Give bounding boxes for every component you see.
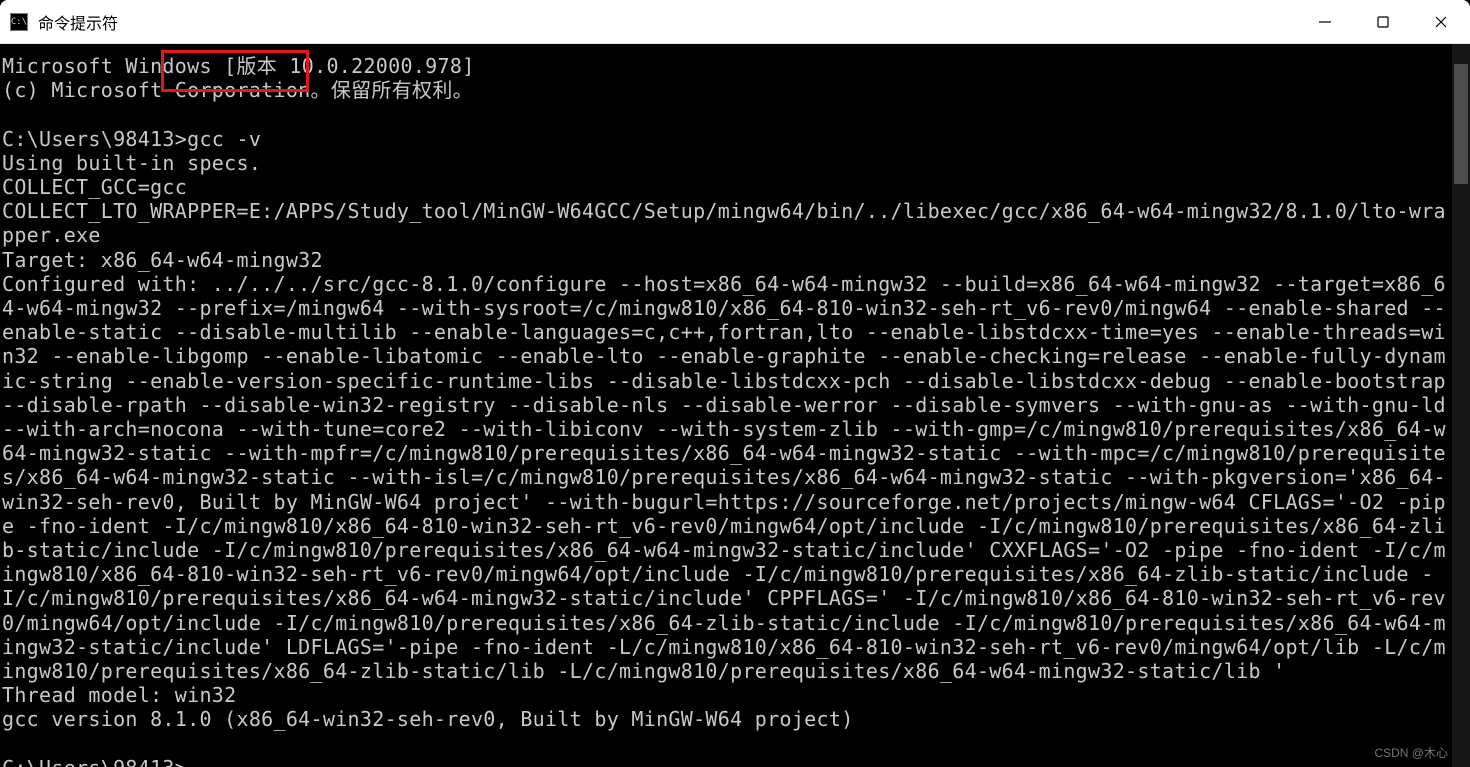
terminal-area[interactable]: Microsoft Windows [版本 10.0.22000.978] (c…: [0, 44, 1470, 767]
close-button[interactable]: [1412, 0, 1470, 43]
close-icon: [1434, 15, 1448, 29]
scrollbar[interactable]: [1452, 44, 1470, 767]
maximize-icon: [1376, 15, 1390, 29]
app-icon: C:\: [10, 13, 28, 31]
terminal-output[interactable]: Microsoft Windows [版本 10.0.22000.978] (c…: [0, 44, 1452, 767]
cmd-window: C:\ 命令提示符 Microsoft Windows [版本 10.0.220…: [0, 0, 1470, 767]
window-title: 命令提示符: [38, 10, 118, 34]
window-controls: [1296, 0, 1470, 43]
maximize-button[interactable]: [1354, 0, 1412, 43]
minimize-button[interactable]: [1296, 0, 1354, 43]
scroll-thumb[interactable]: [1454, 64, 1468, 184]
watermark: CSDN @木心: [1374, 744, 1448, 761]
minimize-icon: [1318, 15, 1332, 29]
titlebar[interactable]: C:\ 命令提示符: [0, 0, 1470, 44]
